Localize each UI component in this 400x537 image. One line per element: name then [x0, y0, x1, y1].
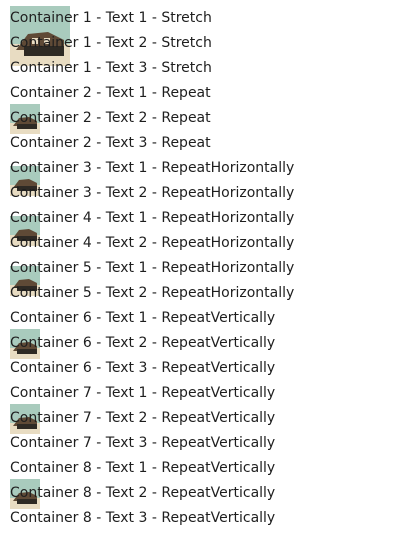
container-7-text-2: Container 7 - Text 2 - RepeatVertically [10, 410, 276, 426]
container-2-text-1: Container 2 - Text 1 - Repeat [10, 85, 211, 101]
container-6-text-3: Container 6 - Text 3 - RepeatVertically [10, 360, 276, 376]
container-6-text-1: Container 6 - Text 1 - RepeatVertically [10, 310, 276, 326]
container-8-text-3: Container 8 - Text 3 - RepeatVertically [10, 510, 276, 526]
container-1-text-2: Container 1 - Text 2 - Stretch [10, 35, 212, 51]
container-5-text-2: Container 5 - Text 2 - RepeatHorizontall… [10, 285, 295, 301]
container-8-text-2: Container 8 - Text 2 - RepeatVertically [10, 485, 276, 501]
container-7-text-3: Container 7 - Text 3 - RepeatVertically [10, 435, 276, 451]
container-4-text-2: Container 4 - Text 2 - RepeatHorizontall… [10, 235, 295, 251]
container-3-text-1: Container 3 - Text 1 - RepeatHorizontall… [10, 160, 295, 176]
container-3-text-2: Container 3 - Text 2 - RepeatHorizontall… [10, 185, 295, 201]
background-demo-panel: Container 1 - Text 1 - Stretch Container… [0, 0, 400, 537]
container-2-text-2: Container 2 - Text 2 - Repeat [10, 110, 211, 126]
container-8-text-1: Container 8 - Text 1 - RepeatVertically [10, 460, 276, 476]
container-5-text-1: Container 5 - Text 1 - RepeatHorizontall… [10, 260, 295, 276]
container-1-text-1: Container 1 - Text 1 - Stretch [10, 10, 212, 26]
container-6-text-2: Container 6 - Text 2 - RepeatVertically [10, 335, 276, 351]
container-1-text-3: Container 1 - Text 3 - Stretch [10, 60, 212, 76]
container-7-text-1: Container 7 - Text 1 - RepeatVertically [10, 385, 276, 401]
container-4-text-1: Container 4 - Text 1 - RepeatHorizontall… [10, 210, 295, 226]
container-2-text-3: Container 2 - Text 3 - Repeat [10, 135, 211, 151]
